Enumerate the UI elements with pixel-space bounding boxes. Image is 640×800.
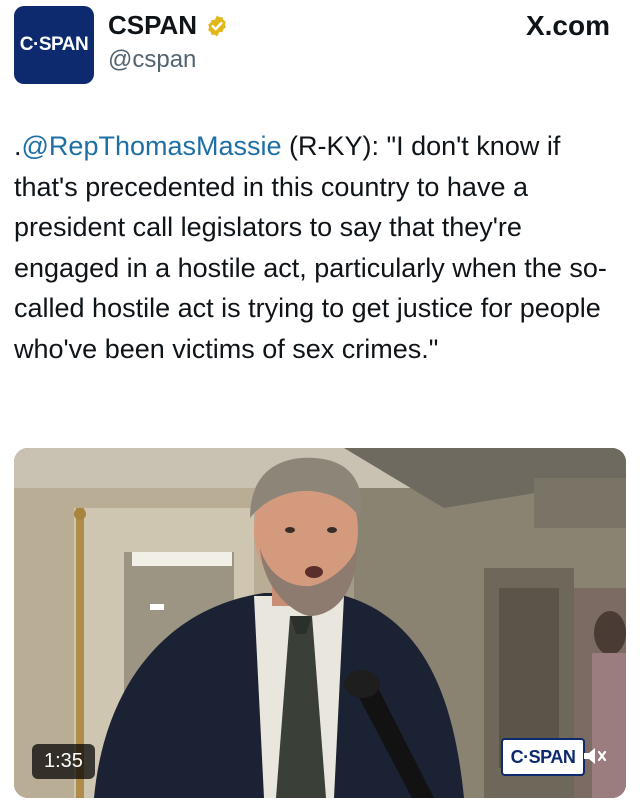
tweet-header: C·SPAN CSPAN @cspan X.com <box>0 0 640 100</box>
name-row: CSPAN <box>108 10 229 41</box>
avatar[interactable]: C·SPAN <box>14 6 94 84</box>
cspan-watermark: C·SPAN <box>501 738 585 776</box>
mute-icon[interactable] <box>582 745 608 767</box>
tweet-prefix: . <box>14 131 22 161</box>
tweet-body: (R-KY): "I don't know if that's preceden… <box>14 131 607 364</box>
avatar-logo-text: C·SPAN <box>19 34 89 55</box>
mention-link[interactable]: @RepThomasMassie <box>22 131 282 161</box>
tweet-text: .@RepThomasMassie (R-KY): "I don't know … <box>14 126 626 369</box>
site-label: X.com <box>525 10 610 41</box>
display-name[interactable]: CSPAN <box>108 10 197 41</box>
video-player[interactable]: 1:35 C·SPAN <box>14 448 626 798</box>
verified-badge-icon <box>208 15 226 36</box>
video-duration: 1:35 <box>32 744 95 779</box>
handle[interactable]: @cspan <box>108 46 196 74</box>
